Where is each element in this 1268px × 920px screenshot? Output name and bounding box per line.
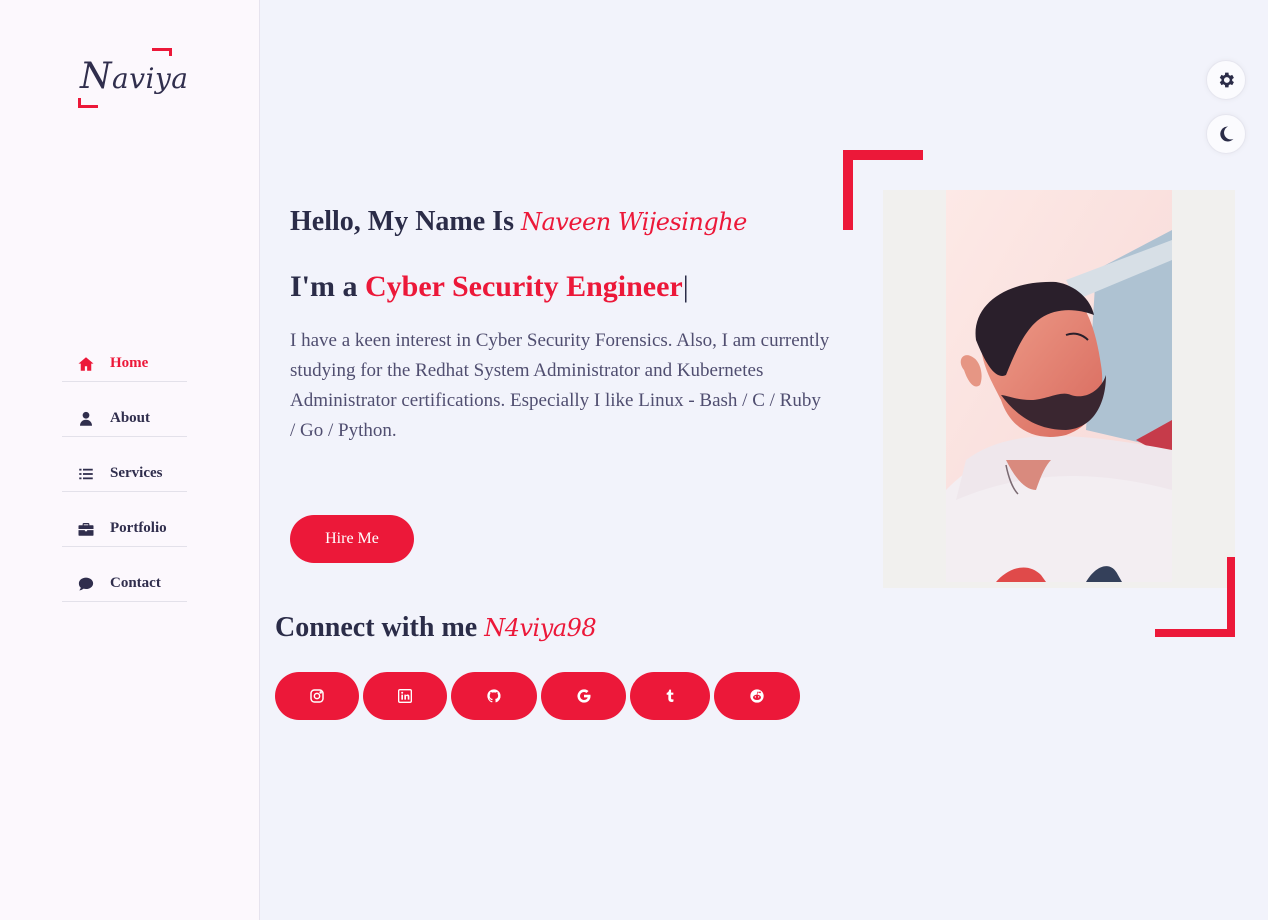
hire-me-button[interactable]: Hire Me	[290, 515, 414, 563]
dark-mode-toggle[interactable]	[1206, 114, 1246, 154]
linkedin-button[interactable]	[363, 672, 447, 720]
nav-item-about[interactable]: About	[62, 401, 187, 437]
logo-corner-bottom-left	[78, 98, 98, 108]
role-heading: I'm a Cyber Security Engineer|	[290, 270, 689, 303]
greeting-heading: Hello, My Name Is Naveen Wijesinghe	[290, 206, 747, 237]
nav-item-label: Portfolio	[110, 520, 167, 536]
frame-corner-bottom-right	[1155, 557, 1235, 637]
moon-icon	[1220, 126, 1234, 142]
logo[interactable]: Naviya	[78, 48, 188, 108]
github-button[interactable]	[451, 672, 537, 720]
home-icon	[62, 355, 110, 373]
instagram-button[interactable]	[275, 672, 359, 720]
name-script: Naveen Wijesinghe	[520, 208, 747, 236]
typing-cursor: |	[682, 270, 689, 303]
nav-item-label: About	[110, 410, 151, 426]
gear-icon	[1219, 72, 1234, 88]
main-nav: Home About Services Portfolio Contact	[62, 346, 187, 621]
logo-text: Naviya	[80, 56, 189, 97]
nav-item-home[interactable]: Home	[62, 346, 187, 382]
nav-item-services[interactable]: Services	[62, 456, 187, 492]
role-typed: Cyber Security Engineer	[365, 270, 683, 303]
google-button[interactable]	[541, 672, 626, 720]
logo-corner-top-right	[152, 48, 172, 56]
comment-icon	[62, 575, 110, 593]
user-icon	[62, 410, 110, 428]
style-switcher-button[interactable]	[1206, 60, 1246, 100]
github-icon	[487, 689, 501, 703]
list-icon	[62, 465, 110, 483]
briefcase-icon	[62, 520, 110, 538]
nav-item-label: Contact	[110, 575, 161, 591]
about-description: I have a keen interest in Cyber Security…	[290, 330, 830, 441]
tumblr-button[interactable]	[630, 672, 710, 720]
profile-photo	[946, 190, 1172, 582]
nav-item-portfolio[interactable]: Portfolio	[62, 511, 187, 547]
nav-item-contact[interactable]: Contact	[62, 566, 187, 602]
sidebar: Naviya Home About Services Portfolio Con…	[0, 0, 260, 920]
reddit-button[interactable]	[714, 672, 800, 720]
linkedin-icon	[398, 689, 412, 703]
nav-item-label: Services	[110, 465, 163, 481]
instagram-icon	[310, 689, 324, 703]
reddit-icon	[750, 689, 764, 703]
google-icon	[576, 689, 591, 703]
tumblr-icon	[666, 689, 674, 702]
connect-heading: Connect with me N4viya98	[275, 612, 597, 643]
nav-item-label: Home	[110, 355, 149, 371]
handle-script: N4viya98	[484, 614, 597, 642]
